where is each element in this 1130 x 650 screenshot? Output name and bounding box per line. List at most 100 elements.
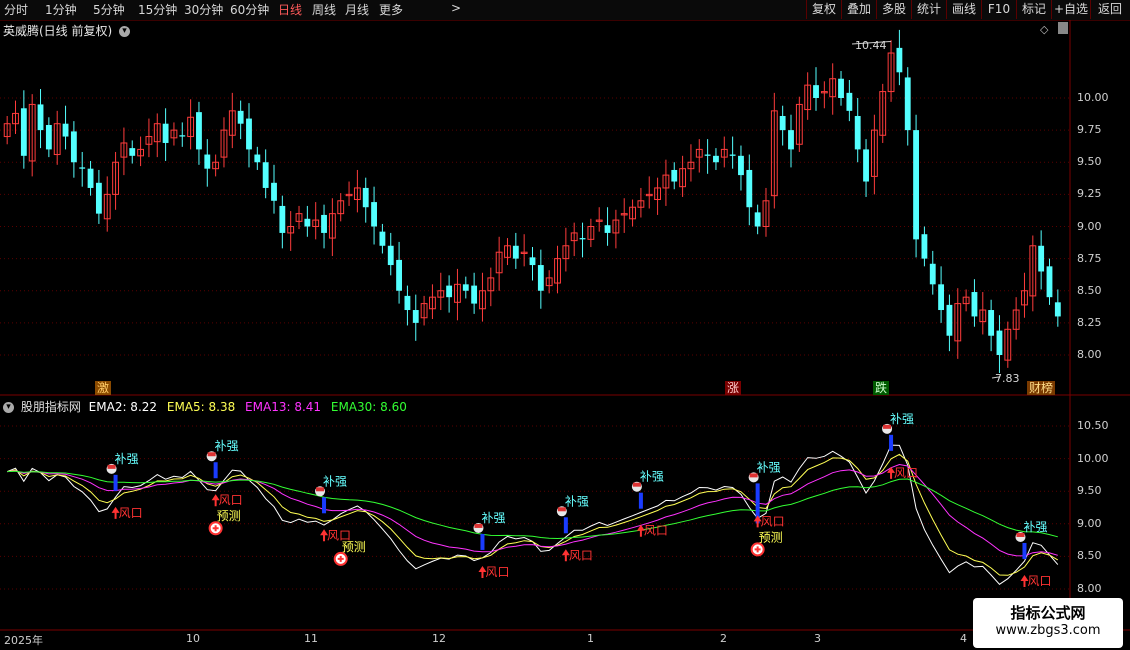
candle-body xyxy=(904,77,911,131)
candle-body xyxy=(279,205,286,233)
candle-body xyxy=(20,108,27,156)
period-tab-5min[interactable]: 5分钟 xyxy=(93,1,125,18)
candle-body xyxy=(612,219,620,234)
buqiang-label: 补强 xyxy=(1023,520,1047,534)
candle-body xyxy=(220,129,228,158)
indicator-price-label: 10.00 xyxy=(1077,451,1109,465)
signal-bar xyxy=(480,533,485,550)
f10-button[interactable]: F10 xyxy=(981,0,1016,19)
fengkou-label: 风口 xyxy=(119,506,143,520)
candle-body xyxy=(153,123,161,143)
candle-body xyxy=(988,310,995,336)
statistics-button[interactable]: 统计 xyxy=(911,0,946,19)
candle-body xyxy=(371,202,377,227)
candle-body xyxy=(713,155,719,163)
candle-body xyxy=(829,78,837,98)
overlay-button[interactable]: 叠加 xyxy=(841,0,876,19)
candle-body xyxy=(487,277,495,292)
high-price-label: 10.44 xyxy=(855,39,887,52)
period-tab-daily[interactable]: 日线 xyxy=(278,1,302,18)
buqiang-label: 补强 xyxy=(215,439,239,453)
candle-body xyxy=(896,47,903,73)
candle-body xyxy=(770,110,778,197)
candle-body xyxy=(720,148,728,158)
candle-body xyxy=(3,123,11,138)
event-tag-zhang[interactable]: 涨 xyxy=(725,381,742,395)
candle-body xyxy=(328,213,336,239)
period-tab-multi[interactable]: 更多 xyxy=(379,1,403,18)
candle-body xyxy=(579,238,586,240)
candles xyxy=(3,29,1061,379)
signal-house-icon xyxy=(106,463,117,474)
indicator-signals: 补强风口补强风口补强风口补强风口补强风口补强风口补强风口补强风口补强风口预测预测… xyxy=(106,412,1051,588)
candle-body xyxy=(679,168,687,188)
signal-house-icon xyxy=(631,481,642,492)
candle-body xyxy=(687,161,695,170)
signal-house-icon xyxy=(556,506,567,517)
fuquan-button[interactable]: 复权 xyxy=(806,0,841,19)
candle-body xyxy=(863,149,869,182)
watermark: 指标公式网 www.zbgs3.com xyxy=(973,598,1123,648)
candle-body xyxy=(570,232,578,242)
period-tab-60min[interactable]: 60分钟 xyxy=(230,1,269,18)
buqiang-label: 补强 xyxy=(640,470,664,484)
candle-body xyxy=(645,193,653,197)
candle-body xyxy=(187,116,195,138)
draw-line-button[interactable]: 画线 xyxy=(946,0,981,19)
candle-body xyxy=(754,212,761,227)
mark-button[interactable]: 标记 xyxy=(1016,0,1051,19)
candle-body xyxy=(95,182,102,214)
candle-body xyxy=(996,330,1003,355)
candle-body xyxy=(529,257,536,266)
add-watchlist-button[interactable]: +自选 xyxy=(1051,0,1090,19)
candle-body xyxy=(629,206,636,220)
fengkou-label: 风口 xyxy=(894,466,918,480)
candle-body xyxy=(1038,245,1045,272)
period-tab-15min[interactable]: 15分钟 xyxy=(138,1,177,18)
signal-bar xyxy=(563,517,568,534)
stock-title-text: 英威腾(日线 前复权) xyxy=(3,24,113,38)
signal-roof-icon xyxy=(207,452,216,457)
candle-body xyxy=(921,234,928,259)
candle-body xyxy=(337,200,345,215)
candle-body xyxy=(654,187,661,201)
period-tab-30min[interactable]: 30分钟 xyxy=(184,1,223,18)
period-tab-weekly[interactable]: 周线 xyxy=(312,1,336,18)
indicator-menu-icon[interactable]: ▾ xyxy=(3,402,14,413)
x-label-10: 10 xyxy=(186,632,200,645)
panel-settings-icon[interactable] xyxy=(1058,22,1068,34)
signal-house-icon xyxy=(882,423,893,434)
signal-roof-icon xyxy=(749,473,758,478)
period-tab-monthly[interactable]: 月线 xyxy=(345,1,369,18)
plus-circle-icon xyxy=(208,521,223,536)
candlestick-chart[interactable]: 补强风口补强风口补强风口补强风口补强风口补强风口补强风口补强风口补强风口预测预测… xyxy=(0,0,1130,650)
fengkou-label: 风口 xyxy=(569,548,593,562)
signal-bar xyxy=(113,474,118,491)
period-tab-timeshare[interactable]: 分时 xyxy=(4,1,28,18)
multi-stock-button[interactable]: 多股 xyxy=(876,0,911,19)
event-tag-caibang[interactable]: 财榜 xyxy=(1027,381,1056,395)
fengkou-label: 风口 xyxy=(327,528,351,542)
main-price-label: 8.50 xyxy=(1077,283,1102,297)
main-price-label: 9.00 xyxy=(1077,219,1102,233)
candle-body xyxy=(437,290,445,298)
more-chevron-icon[interactable]: > xyxy=(451,1,461,15)
period-tab-1min[interactable]: 1分钟 xyxy=(45,1,77,18)
up-arrow-icon xyxy=(561,549,570,562)
candle-body xyxy=(228,110,236,136)
signal-roof-icon xyxy=(107,464,116,469)
chevron-down-icon[interactable]: ▾ xyxy=(119,26,131,37)
candle-body xyxy=(913,130,919,240)
indicator-grid xyxy=(0,425,1070,590)
candle-body xyxy=(746,169,753,208)
up-arrow-icon xyxy=(887,466,896,479)
back-button[interactable]: 返回 xyxy=(1090,0,1129,19)
event-tag-ji[interactable]: 激 xyxy=(95,381,112,395)
yuce-label: 预测 xyxy=(342,540,366,554)
indicator-price-label: 8.50 xyxy=(1077,549,1102,563)
candle-body xyxy=(304,218,311,227)
candle-body xyxy=(595,219,603,222)
event-tag-die[interactable]: 跌 xyxy=(873,381,890,395)
diamond-icon[interactable]: ◇ xyxy=(1040,23,1048,36)
candle-body xyxy=(846,92,853,111)
